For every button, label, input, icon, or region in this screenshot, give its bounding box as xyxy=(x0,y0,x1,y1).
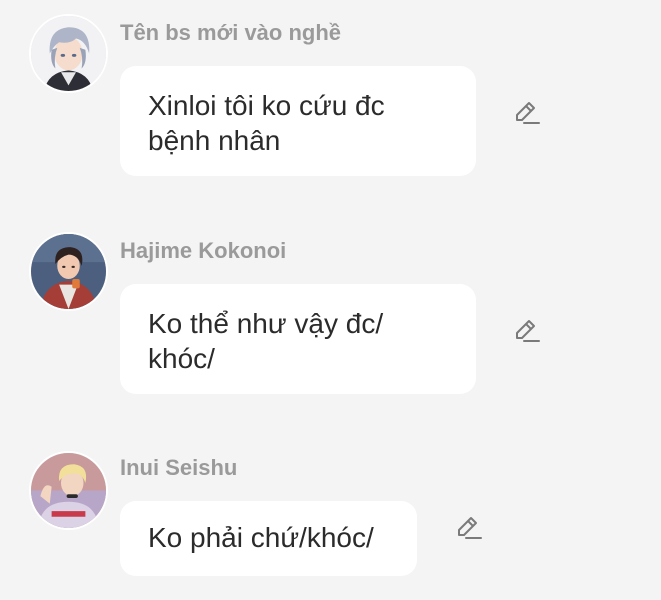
edit-message-button[interactable] xyxy=(511,98,541,128)
message-text: Xinloi tôi ko cứu đc bệnh nhân xyxy=(148,90,385,156)
sender-name: Tên bs mới vào nghề xyxy=(120,20,342,45)
message-bubble[interactable]: Ko thể như vậy đc/ khóc/ xyxy=(120,284,476,394)
avatar[interactable] xyxy=(29,232,108,311)
edit-message-button[interactable] xyxy=(511,316,541,346)
sender-name: Hajime Kokonoi xyxy=(120,238,287,263)
message-text: Ko thể như vậy đc/ khóc/ xyxy=(148,308,384,374)
avatar-blonde-hair-character-icon xyxy=(31,453,106,528)
message-text: Ko phải chứ/khóc/ xyxy=(148,522,374,553)
pencil-icon xyxy=(458,517,482,539)
pencil-icon xyxy=(516,320,540,342)
message-bubble[interactable]: Ko phải chứ/khóc/ xyxy=(120,501,417,576)
message-bubble[interactable]: Xinloi tôi ko cứu đc bệnh nhân xyxy=(120,66,476,176)
avatar[interactable] xyxy=(29,14,108,93)
edit-message-button[interactable] xyxy=(453,513,483,543)
chat-thread: Tên bs mới vào nghề Xinloi tôi ko cứu đc… xyxy=(0,0,661,600)
sender-name: Inui Seishu xyxy=(120,455,238,480)
avatar-silver-hair-character-icon xyxy=(31,16,106,91)
avatar-dark-hair-red-jacket-icon xyxy=(31,234,106,309)
pencil-icon xyxy=(516,102,540,124)
avatar[interactable] xyxy=(29,451,108,530)
